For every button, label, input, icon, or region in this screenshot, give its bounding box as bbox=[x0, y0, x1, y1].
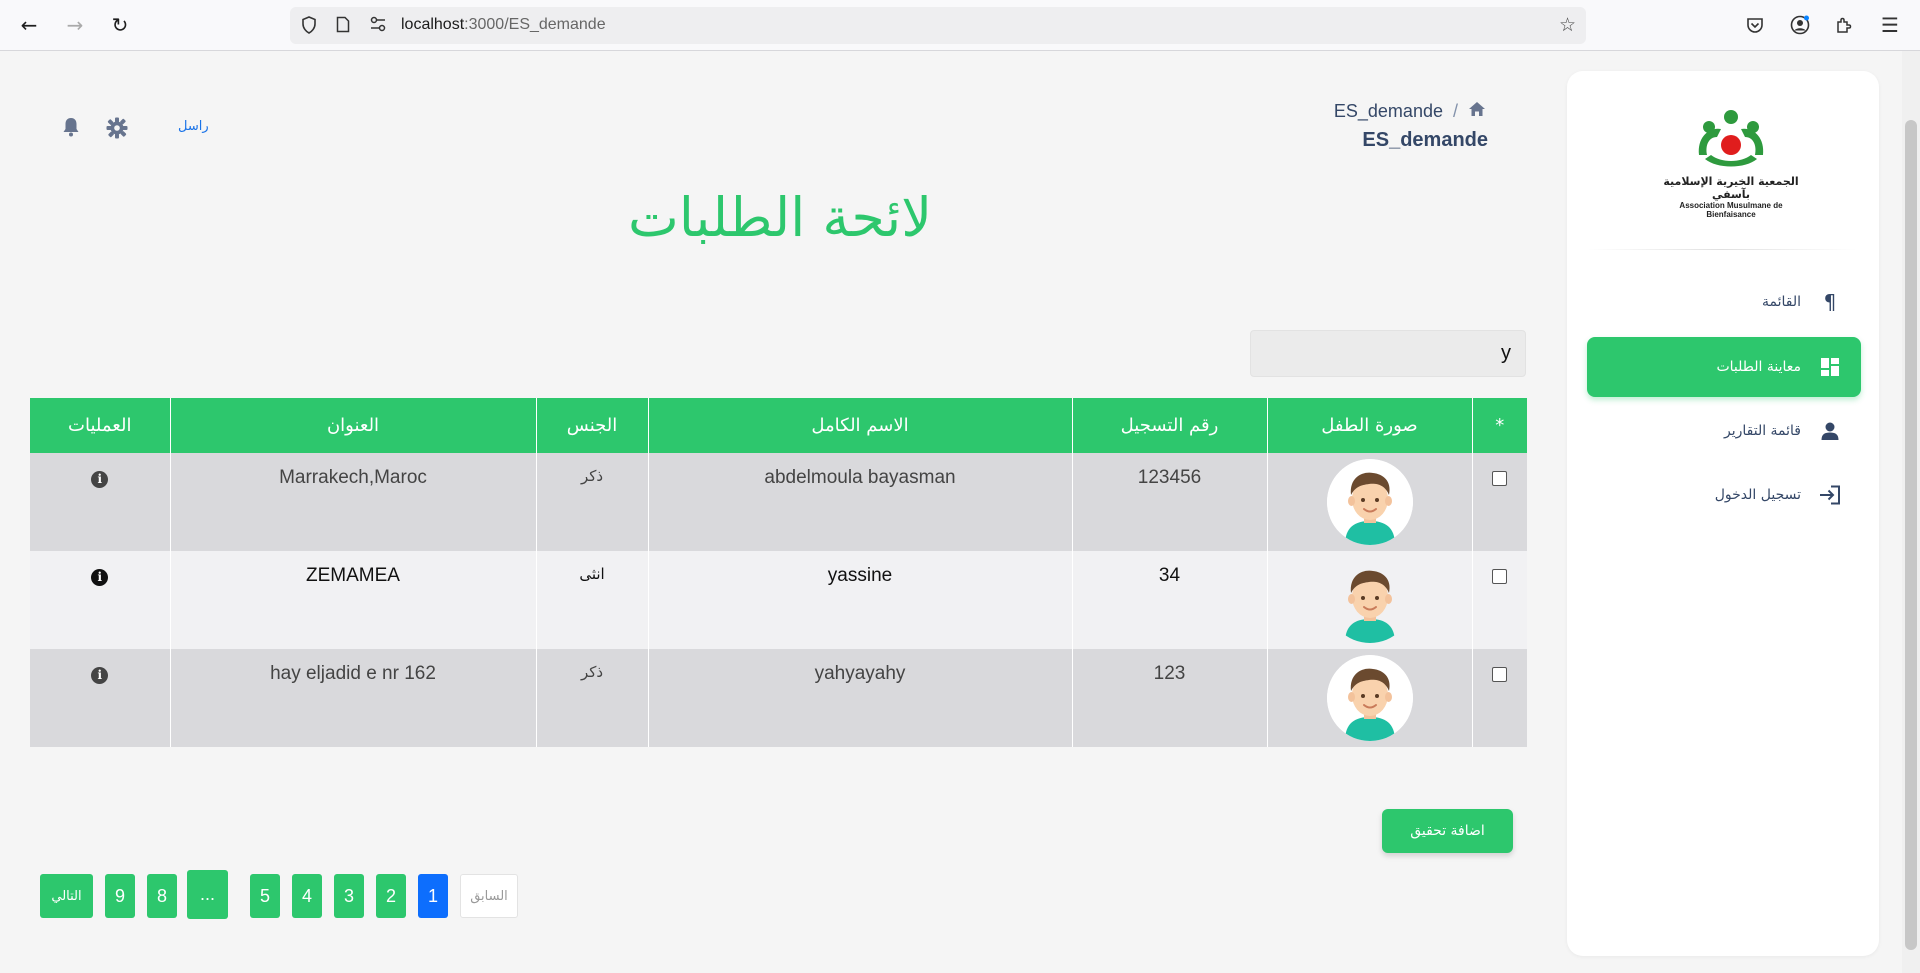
logo-emblem-icon bbox=[1698, 110, 1764, 167]
col-header-actions: العمليات bbox=[30, 398, 171, 453]
info-icon[interactable]: i bbox=[91, 569, 109, 586]
sidebar-item-label: قائمة التقارير bbox=[1723, 423, 1801, 439]
pagination-prev[interactable]: السابق bbox=[460, 874, 518, 918]
child-avatar bbox=[1326, 655, 1413, 741]
pagination-page[interactable]: 5 bbox=[250, 874, 280, 918]
photo-cell bbox=[1267, 453, 1473, 551]
page-subtitle: ES_demande bbox=[1362, 129, 1488, 151]
table-row: i ZEMAMEA انثى yassine 34 bbox=[30, 551, 1527, 649]
permissions-icon[interactable] bbox=[369, 16, 387, 36]
sidebar-item-label: معاينة الطلبات bbox=[1716, 359, 1801, 375]
reload-icon[interactable]: ↻ bbox=[107, 12, 133, 38]
extensions-icon[interactable] bbox=[1832, 13, 1856, 37]
logo-text-french: Association Musulmane de Bienfaisance bbox=[1679, 201, 1783, 219]
breadcrumb: ES_demande / bbox=[1334, 101, 1486, 122]
scrollbar[interactable] bbox=[1902, 51, 1920, 973]
pagination-page-active[interactable]: 1 bbox=[418, 874, 448, 918]
paragraph-icon: ¶ bbox=[1823, 290, 1837, 314]
bookmark-star-icon[interactable]: ☆ bbox=[1559, 14, 1576, 36]
select-cell bbox=[1472, 453, 1527, 551]
pagination-page[interactable]: 9 bbox=[105, 874, 135, 918]
row-checkbox[interactable] bbox=[1492, 569, 1508, 584]
col-header-full-name: الاسم الكامل bbox=[648, 398, 1073, 453]
scrollbar-thumb[interactable] bbox=[1905, 120, 1917, 950]
pagination-page[interactable]: 2 bbox=[376, 874, 406, 918]
child-avatar bbox=[1326, 459, 1413, 545]
pagination-page[interactable]: 4 bbox=[292, 874, 322, 918]
select-cell bbox=[1472, 649, 1527, 747]
full-name-cell: yahyayahy bbox=[648, 649, 1073, 747]
col-header-gender: الجنس bbox=[536, 398, 649, 453]
address-cell: ZEMAMEA bbox=[170, 551, 537, 649]
back-icon[interactable]: ← bbox=[16, 12, 42, 38]
association-logo: الجمعية الخيرية الإسلامية بآسفي Associat… bbox=[1661, 107, 1801, 219]
dashboard-icon bbox=[1819, 356, 1841, 378]
pagination-page[interactable]: 8 bbox=[147, 874, 177, 918]
reg-number-cell: 123 bbox=[1072, 649, 1268, 747]
row-checkbox[interactable] bbox=[1492, 667, 1508, 682]
gender-cell: ذكر bbox=[536, 649, 649, 747]
sidebar-item-label: تسجيل الدخول bbox=[1714, 487, 1801, 503]
pocket-icon[interactable] bbox=[1743, 13, 1767, 37]
page-content: راسل ES_demande / ES_demande لائحة الطلب… bbox=[0, 52, 1902, 973]
sidebar-item-reports[interactable]: قائمة التقارير bbox=[1587, 401, 1861, 461]
home-icon[interactable] bbox=[1468, 101, 1486, 122]
photo-cell bbox=[1267, 551, 1473, 649]
col-header-select: * bbox=[1472, 398, 1527, 453]
col-header-address: العنوان bbox=[170, 398, 537, 453]
settings-gear-icon[interactable] bbox=[106, 117, 128, 144]
sidebar-divider bbox=[1587, 249, 1857, 250]
gender-cell: انثى bbox=[536, 551, 649, 649]
info-icon[interactable]: i bbox=[91, 471, 109, 488]
search-input[interactable] bbox=[1250, 330, 1526, 377]
table-row: i Marrakech,Maroc ذكر abdelmoula bayasma… bbox=[30, 453, 1527, 551]
address-cell: hay eljadid e nr 162 bbox=[170, 649, 537, 747]
full-name-cell: yassine bbox=[648, 551, 1073, 649]
add-investigation-button[interactable]: اضافة تحقيق bbox=[1382, 809, 1513, 853]
sidebar-item-list[interactable]: القائمة ¶ bbox=[1587, 272, 1861, 332]
login-icon bbox=[1819, 484, 1841, 506]
child-avatar bbox=[1326, 557, 1413, 643]
browser-toolbar: ← → ↻ localhost:3000/ES_demande ☆ ☰ bbox=[0, 0, 1920, 51]
account-icon[interactable] bbox=[1788, 13, 1812, 37]
user-icon bbox=[1819, 420, 1841, 442]
breadcrumb-current: ES_demande bbox=[1333, 101, 1443, 121]
url-text[interactable]: localhost:3000/ES_demande bbox=[401, 16, 606, 34]
pagination-page[interactable]: 3 bbox=[334, 874, 364, 918]
actions-cell: i bbox=[30, 453, 171, 551]
info-icon[interactable]: i bbox=[91, 667, 109, 684]
logo-text-arabic: الجمعية الخيرية الإسلامية بآسفي bbox=[1663, 175, 1799, 201]
col-header-reg-number: رقم التسجيل bbox=[1072, 398, 1268, 453]
reg-number-cell: 34 bbox=[1072, 551, 1268, 649]
actions-cell: i bbox=[30, 649, 171, 747]
actions-cell: i bbox=[30, 551, 171, 649]
address-cell: Marrakech,Maroc bbox=[170, 453, 537, 551]
bell-icon[interactable] bbox=[62, 117, 80, 142]
pagination-next[interactable]: التالي bbox=[40, 874, 93, 918]
breadcrumb-separator: / bbox=[1452, 101, 1458, 121]
table-row: i hay eljadid e nr 162 ذكر yahyayahy 123 bbox=[30, 649, 1527, 747]
table-header-row: العمليات العنوان الجنس الاسم الكامل رقم … bbox=[30, 398, 1527, 453]
full-name-cell: abdelmoula bayasman bbox=[648, 453, 1073, 551]
menu-icon[interactable]: ☰ bbox=[1878, 13, 1902, 37]
page-icon[interactable] bbox=[336, 16, 350, 37]
col-header-photo: صورة الطفل bbox=[1267, 398, 1473, 453]
row-checkbox[interactable] bbox=[1492, 471, 1508, 486]
forward-icon[interactable]: → bbox=[62, 12, 88, 38]
page-title: لائحة الطلبات bbox=[627, 186, 932, 249]
sidebar: الجمعية الخيرية الإسلامية بآسفي Associat… bbox=[1567, 71, 1879, 956]
select-cell bbox=[1472, 551, 1527, 649]
sidebar-item-login[interactable]: تسجيل الدخول bbox=[1587, 465, 1861, 525]
sidebar-item-label: القائمة bbox=[1762, 294, 1801, 310]
contact-link[interactable]: راسل bbox=[178, 119, 209, 134]
sidebar-item-requests[interactable]: معاينة الطلبات bbox=[1587, 337, 1861, 397]
url-bar[interactable]: localhost:3000/ES_demande ☆ bbox=[290, 7, 1586, 44]
photo-cell bbox=[1267, 649, 1473, 747]
requests-table: العمليات العنوان الجنس الاسم الكامل رقم … bbox=[30, 398, 1527, 747]
reg-number-cell: 123456 bbox=[1072, 453, 1268, 551]
shield-icon[interactable] bbox=[301, 16, 317, 38]
gender-cell: ذكر bbox=[536, 453, 649, 551]
pagination-ellipsis[interactable]: ... bbox=[187, 870, 228, 919]
